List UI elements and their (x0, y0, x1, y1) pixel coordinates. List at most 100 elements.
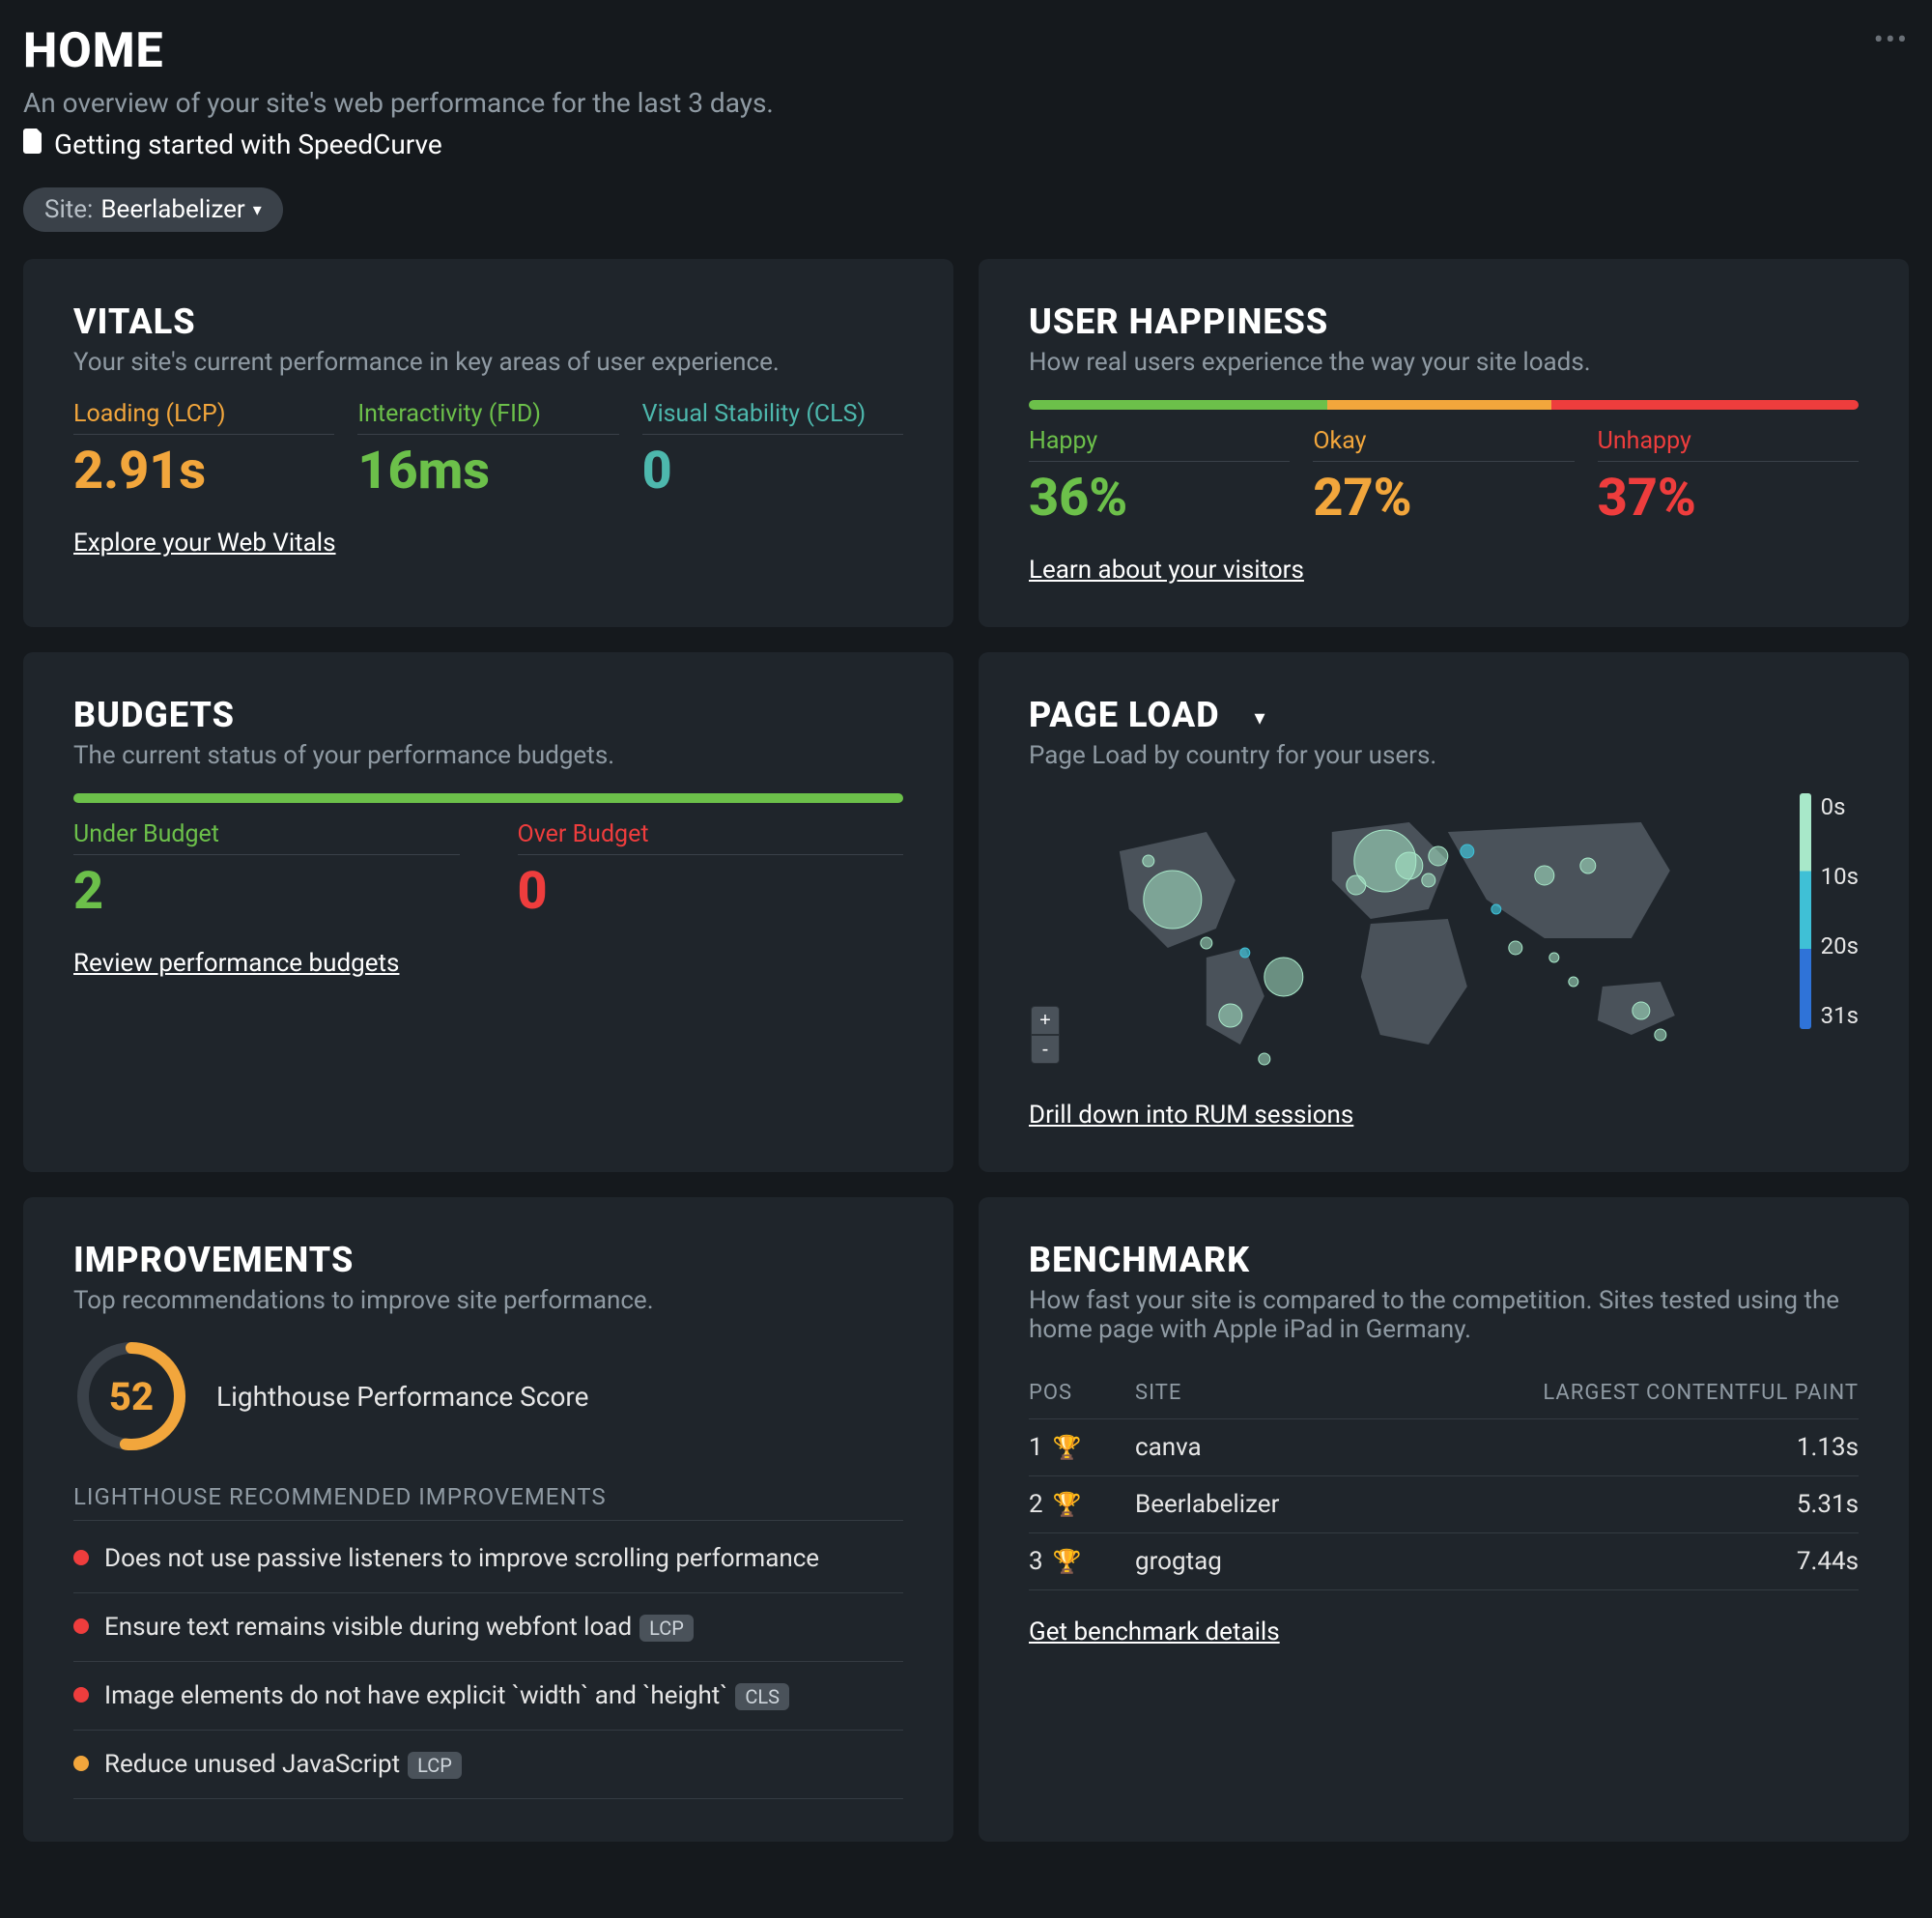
metric-label: Unhappy (1598, 427, 1859, 462)
metric-value: 27% (1313, 468, 1574, 529)
benchmark-site: Beerlabelizer (1135, 1490, 1797, 1519)
metric-label: Visual Stability (CLS) (642, 400, 903, 435)
benchmark-site: canva (1135, 1433, 1797, 1462)
page-title: HOME (23, 23, 774, 79)
metric-value: 2 (73, 861, 460, 922)
improvements-card: IMPROVEMENTS Top recommendations to impr… (23, 1197, 953, 1842)
legend-label: 31s (1821, 1002, 1859, 1029)
metric-value: 36% (1029, 468, 1290, 529)
budgets-title: BUDGETS (73, 695, 903, 735)
happiness-bar (1029, 400, 1859, 410)
metric-badge: LCP (408, 1752, 462, 1779)
improvement-item[interactable]: Ensure text remains visible during webfo… (73, 1593, 903, 1662)
user-happiness-desc: How real users experience the way your s… (1029, 348, 1859, 377)
benchmark-site: grogtag (1135, 1547, 1797, 1576)
budgets-card: BUDGETS The current status of your perfo… (23, 652, 953, 1172)
improvements-desc: Top recommendations to improve site perf… (73, 1286, 903, 1315)
legend-label: 20s (1821, 932, 1859, 959)
benchmark-card: BENCHMARK How fast your site is compared… (979, 1197, 1909, 1842)
improvements-title: IMPROVEMENTS (73, 1240, 903, 1280)
site-selector-value: Beerlabelizer (100, 195, 244, 224)
document-icon (23, 129, 44, 160)
lighthouse-score-value: 52 (73, 1338, 189, 1454)
legend-gradient (1800, 793, 1811, 1029)
benchmark-pos: 3 (1029, 1547, 1043, 1576)
page-load-link[interactable]: Drill down into RUM sessions (1029, 1101, 1353, 1130)
improvement-item[interactable]: Does not use passive listeners to improv… (73, 1525, 903, 1593)
severity-dot-icon (73, 1687, 89, 1703)
metric-label: Under Budget (73, 820, 460, 855)
vitals-card: VITALS Your site's current performance i… (23, 259, 953, 627)
world-map[interactable]: + - (1029, 793, 1771, 1074)
page-load-card: PAGE LOAD ▾ Page Load by country for you… (979, 652, 1909, 1172)
map-zoom-in[interactable]: + (1031, 1006, 1060, 1035)
improvement-text: Does not use passive listeners to improv… (104, 1544, 819, 1573)
chevron-down-icon: ▾ (1255, 706, 1265, 730)
happiness-bar-unhappy (1551, 400, 1859, 410)
benchmark-desc: How fast your site is compared to the co… (1029, 1286, 1859, 1344)
benchmark-link[interactable]: Get benchmark details (1029, 1617, 1280, 1646)
improvement-item[interactable]: Image elements do not have explicit `wid… (73, 1662, 903, 1731)
improvement-text: Reduce unused JavaScriptLCP (104, 1750, 462, 1779)
benchmark-pos: 2 (1029, 1490, 1043, 1519)
severity-dot-icon (73, 1756, 89, 1771)
benchmark-col-pos: POS (1029, 1381, 1135, 1405)
trophy-icon: 🏆 (1053, 1491, 1082, 1518)
chevron-down-icon: ▾ (253, 200, 262, 220)
benchmark-pos: 1 (1029, 1433, 1043, 1462)
site-selector-label: Site: (44, 195, 93, 224)
page-load-title: PAGE LOAD (1029, 695, 1220, 735)
budgets-bar (73, 793, 903, 803)
improvements-sub-heading: LIGHTHOUSE RECOMMENDED IMPROVEMENTS (73, 1483, 903, 1521)
metric-value: 2.91s (73, 441, 334, 501)
metric-label: Loading (LCP) (73, 400, 334, 435)
benchmark-lcp: 5.31s (1797, 1490, 1859, 1519)
user-happiness-card: USER HAPPINESS How real users experience… (979, 259, 1909, 627)
page-subtitle: An overview of your site's web performan… (23, 87, 774, 119)
page-load-metric-selector[interactable]: ▾ (1255, 706, 1265, 730)
page-load-desc: Page Load by country for your users. (1029, 741, 1859, 770)
more-menu-icon[interactable]: ••• (1874, 23, 1909, 57)
improvement-text: Image elements do not have explicit `wid… (104, 1681, 789, 1710)
budgets-desc: The current status of your performance b… (73, 741, 903, 770)
user-happiness-title: USER HAPPINESS (1029, 301, 1859, 342)
trophy-icon: 🏆 (1053, 1548, 1082, 1575)
benchmark-row[interactable]: 2 🏆 Beerlabelizer 5.31s (1029, 1476, 1859, 1533)
metric-value: 0 (642, 441, 903, 501)
benchmark-col-lcp: LARGEST CONTENTFUL PAINT (1543, 1381, 1859, 1405)
getting-started-label: Getting started with SpeedCurve (54, 129, 442, 160)
metric-label: Happy (1029, 427, 1290, 462)
improvement-text: Ensure text remains visible during webfo… (104, 1613, 694, 1642)
vitals-title: VITALS (73, 301, 903, 342)
lighthouse-score-label: Lighthouse Performance Score (216, 1381, 589, 1413)
metric-value: 16ms (357, 441, 618, 501)
user-happiness-link[interactable]: Learn about your visitors (1029, 556, 1304, 585)
benchmark-row[interactable]: 3 🏆 grogtag 7.44s (1029, 1533, 1859, 1590)
happiness-bar-happy (1029, 400, 1327, 410)
getting-started-link[interactable]: Getting started with SpeedCurve (23, 129, 774, 160)
vitals-desc: Your site's current performance in key a… (73, 348, 903, 377)
metric-value: 0 (518, 861, 904, 922)
metric-label: Over Budget (518, 820, 904, 855)
budgets-link[interactable]: Review performance budgets (73, 949, 399, 978)
benchmark-row[interactable]: 1 🏆 canva 1.13s (1029, 1419, 1859, 1476)
map-legend: 0s 10s 20s 31s (1800, 793, 1859, 1074)
benchmark-col-site: SITE (1135, 1381, 1543, 1405)
site-selector[interactable]: Site: Beerlabelizer ▾ (23, 187, 283, 232)
severity-dot-icon (73, 1550, 89, 1565)
severity-dot-icon (73, 1618, 89, 1634)
metric-label: Interactivity (FID) (357, 400, 618, 435)
metric-value: 37% (1598, 468, 1859, 529)
benchmark-title: BENCHMARK (1029, 1240, 1859, 1280)
happiness-bar-okay (1327, 400, 1551, 410)
improvement-item[interactable]: Reduce unused JavaScriptLCP (73, 1731, 903, 1799)
benchmark-lcp: 7.44s (1797, 1547, 1859, 1576)
metric-badge: LCP (639, 1615, 694, 1642)
vitals-link[interactable]: Explore your Web Vitals (73, 529, 336, 558)
trophy-icon: 🏆 (1053, 1434, 1082, 1461)
map-zoom-out[interactable]: - (1031, 1035, 1060, 1064)
legend-label: 10s (1821, 863, 1859, 890)
metric-badge: CLS (735, 1683, 789, 1710)
benchmark-lcp: 1.13s (1797, 1433, 1859, 1462)
metric-label: Okay (1313, 427, 1574, 462)
